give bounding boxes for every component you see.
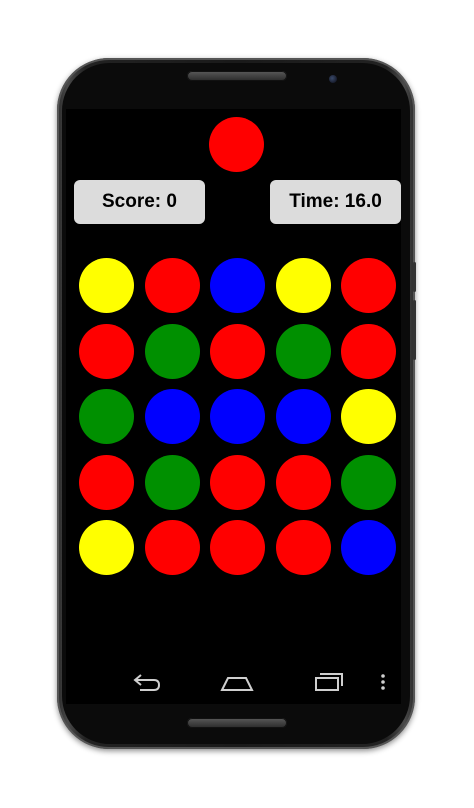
ball-green[interactable]: [144, 323, 200, 379]
ball-yellow[interactable]: [341, 389, 396, 444]
ball-red[interactable]: [275, 520, 331, 575]
ball-red[interactable]: [210, 520, 265, 575]
ball-yellow[interactable]: [275, 258, 331, 313]
front-camera-icon: [329, 75, 337, 83]
ball-red[interactable]: [341, 323, 396, 379]
bottom-speaker: [187, 718, 287, 728]
ball-red[interactable]: [144, 520, 200, 575]
ball-blue[interactable]: [210, 389, 265, 444]
target-color-ball: [209, 117, 264, 172]
android-navigation-bar: [66, 660, 401, 704]
ball-blue[interactable]: [275, 389, 331, 444]
ball-green[interactable]: [341, 454, 396, 510]
ball-red[interactable]: [210, 323, 265, 379]
back-icon[interactable]: [128, 670, 164, 694]
score-display: Score: 0: [74, 180, 205, 224]
home-icon[interactable]: [219, 670, 255, 694]
ball-blue[interactable]: [210, 258, 265, 313]
ball-blue[interactable]: [341, 520, 396, 575]
ball-red[interactable]: [275, 454, 331, 510]
ball-red[interactable]: [210, 454, 265, 510]
timer-display: Time: 16.0: [270, 180, 401, 224]
ball-blue[interactable]: [144, 389, 200, 444]
timer-label: Time: 16.0: [289, 191, 382, 212]
ball-green[interactable]: [275, 323, 331, 379]
ball-red[interactable]: [341, 258, 396, 313]
ball-green[interactable]: [144, 454, 200, 510]
earpiece-speaker: [187, 71, 287, 81]
ball-yellow[interactable]: [79, 520, 134, 575]
ball-yellow[interactable]: [79, 258, 134, 313]
power-button: [413, 262, 416, 292]
volume-button: [413, 300, 416, 360]
score-label: Score: 0: [102, 191, 177, 212]
ball-red[interactable]: [79, 454, 134, 510]
overflow-menu-icon[interactable]: [376, 670, 390, 694]
ball-green[interactable]: [79, 389, 134, 444]
ball-red[interactable]: [144, 258, 200, 313]
ball-red[interactable]: [79, 323, 134, 379]
recents-icon[interactable]: [310, 670, 346, 694]
